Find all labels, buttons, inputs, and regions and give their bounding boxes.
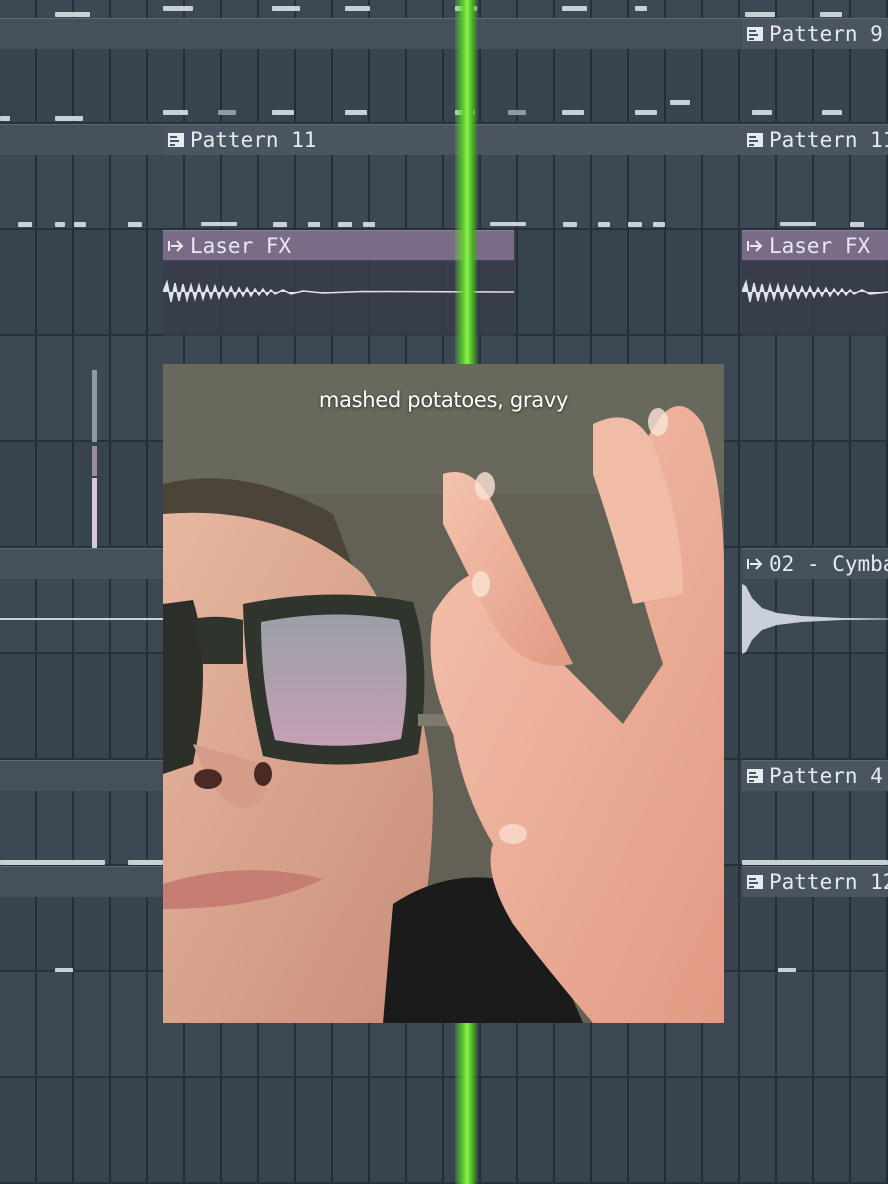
note xyxy=(562,6,587,11)
clip-header[interactable]: Pattern 12 xyxy=(742,866,888,897)
note xyxy=(345,6,370,11)
note xyxy=(0,860,105,865)
note xyxy=(745,12,775,17)
volume-slider[interactable] xyxy=(90,370,98,550)
note xyxy=(308,222,320,227)
note xyxy=(74,222,86,227)
clip-header[interactable]: Pattern 9 xyxy=(742,18,888,49)
note xyxy=(563,222,577,227)
note xyxy=(653,222,665,227)
video-overlay: mashed potatoes, gravy xyxy=(163,364,724,1023)
audio-arrow-icon xyxy=(747,558,763,570)
note xyxy=(55,222,65,227)
note xyxy=(635,110,657,115)
clip-header-band xyxy=(0,124,167,155)
clip-label: Laser FX xyxy=(769,234,871,258)
clip-header-band xyxy=(0,548,167,579)
note xyxy=(752,110,772,115)
track-row-3[interactable]: Laser FX Laser FX xyxy=(0,230,888,336)
piano-roll-icon xyxy=(747,875,763,889)
audio-clip[interactable]: Laser FX xyxy=(742,230,888,336)
piano-roll-icon xyxy=(747,133,763,147)
clip-label: Pattern 11 xyxy=(769,128,888,152)
pattern-clip[interactable]: Pattern 11 xyxy=(163,124,742,230)
clip-label: 02 - Cymba xyxy=(769,552,888,576)
note xyxy=(128,860,163,865)
clip-header-band xyxy=(0,760,167,791)
waveform xyxy=(742,279,888,303)
note xyxy=(218,110,236,115)
clip-label: Pattern 9 xyxy=(769,22,883,46)
note xyxy=(338,222,352,227)
clip-label: Pattern 12 xyxy=(769,870,888,894)
piano-roll-icon xyxy=(747,769,763,783)
clip-header[interactable]: Laser FX xyxy=(742,230,888,261)
note xyxy=(18,222,32,227)
note xyxy=(562,110,584,115)
track-row-2[interactable]: Pattern 11 Pattern 11 xyxy=(0,124,888,230)
audio-arrow-icon xyxy=(168,240,184,252)
note xyxy=(508,110,526,115)
note xyxy=(598,222,610,227)
pattern-clip[interactable]: Pattern 4 xyxy=(742,760,888,866)
piano-roll-icon xyxy=(747,27,763,41)
waveform xyxy=(742,584,888,654)
note xyxy=(0,116,10,121)
audio-clip[interactable]: 02 - Cymba xyxy=(742,548,888,654)
note xyxy=(822,110,842,115)
note xyxy=(128,222,142,227)
note xyxy=(345,110,367,115)
video-caption: mashed potatoes, gravy xyxy=(318,388,569,412)
note xyxy=(635,6,647,11)
clip-header[interactable]: 02 - Cymba xyxy=(742,548,888,579)
pattern-clip[interactable]: Pattern 9 xyxy=(742,18,888,124)
note xyxy=(363,222,375,227)
note xyxy=(55,116,83,121)
person-video-frame xyxy=(163,364,724,1023)
clip-label: Laser FX xyxy=(190,234,292,258)
clip-header-band xyxy=(0,18,746,49)
audio-line xyxy=(0,618,163,620)
note xyxy=(272,6,300,11)
pattern-clip[interactable]: Pattern 11 xyxy=(742,124,888,230)
track-row-1[interactable]: Pattern 9 xyxy=(0,18,888,124)
note xyxy=(850,222,864,227)
clip-label: Pattern 4 xyxy=(769,764,883,788)
note xyxy=(201,222,237,226)
piano-roll-icon xyxy=(168,133,184,147)
clip-header[interactable]: Pattern 11 xyxy=(163,124,742,155)
pattern-clip[interactable]: Pattern 12 xyxy=(742,866,888,973)
note xyxy=(163,6,193,11)
note xyxy=(820,12,842,17)
note xyxy=(742,860,888,865)
clip-header[interactable]: Pattern 4 xyxy=(742,760,888,791)
note xyxy=(55,12,90,17)
note xyxy=(780,222,816,226)
note xyxy=(272,110,294,115)
note xyxy=(628,222,642,227)
clip-header[interactable]: Pattern 11 xyxy=(742,124,888,155)
note xyxy=(163,110,188,115)
track-row-9[interactable] xyxy=(0,1078,888,1184)
note xyxy=(273,222,287,227)
clip-header-band xyxy=(0,866,167,897)
clip-label: Pattern 11 xyxy=(190,128,317,152)
note xyxy=(670,100,690,105)
note xyxy=(490,222,526,226)
audio-arrow-icon xyxy=(747,240,763,252)
